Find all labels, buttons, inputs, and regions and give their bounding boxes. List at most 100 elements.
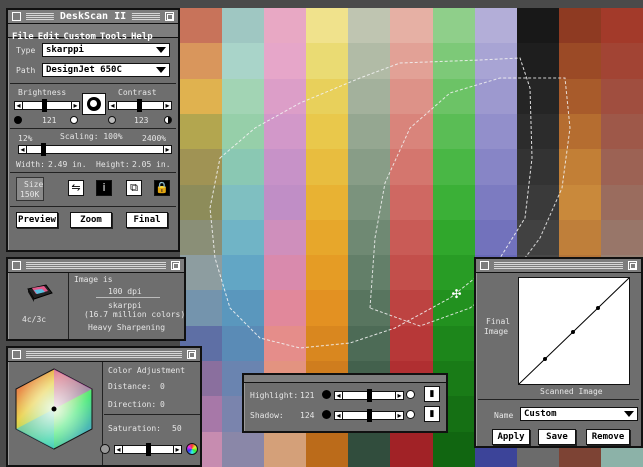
menu-help[interactable]: Help [131,32,153,42]
lock-icon[interactable]: 🔒 [154,180,170,196]
mirror-icon[interactable]: ⇋ [68,180,84,196]
scaling-slider[interactable]: ◂ ▸ [18,143,172,156]
color-swatch [390,325,434,362]
curve-control-point[interactable] [571,330,575,334]
close-box-icon[interactable] [12,261,21,270]
shadow-eyedropper-icon[interactable]: ▮ [424,406,440,422]
contrast-slider-thumb[interactable] [136,99,142,112]
apply-button[interactable]: Apply [492,429,530,445]
type-value: skarppi [46,45,84,55]
color-swatch [516,78,560,115]
color-swatch [516,219,560,256]
slider-right-arrow-icon[interactable]: ▸ [395,411,404,420]
color-swatch [516,113,560,150]
curve-control-point[interactable] [596,306,600,310]
contrast-value: 123 [134,116,149,125]
highlight-shadow-window: Highlight: 121 ◂ ▸ ▮ Shadow: 124 ◂ ▸ ▮ [242,373,448,433]
highlight-eyedropper-icon[interactable]: ▮ [424,386,440,402]
color-swatch [558,8,602,44]
contrast-slider[interactable]: ◂ ▸ [108,99,172,112]
color-swatch [306,325,349,362]
color-swatch [306,149,349,186]
highlight-slider-thumb[interactable] [366,389,372,402]
color-swatch [558,219,602,256]
save-button[interactable]: Save [538,429,576,445]
image-heading: Image is [74,275,113,284]
preview-button[interactable]: Preview [16,212,58,228]
dropdown-arrow-icon [156,67,166,73]
close-box-icon[interactable] [480,261,489,270]
color-swatch [558,78,602,115]
color-adjustment-titlebar[interactable] [8,348,200,362]
path-select[interactable]: DesignJet 650C [42,63,170,77]
color-center-marker[interactable] [51,406,57,412]
dropdown-arrow-icon [156,47,166,53]
color-swatch [264,255,307,291]
color-swatch [264,184,307,221]
slider-right-arrow-icon[interactable]: ▸ [395,391,404,400]
zoom-box-icon[interactable] [165,12,174,21]
direction-label: Direction: [108,400,157,409]
white-point-icon [406,410,415,419]
image-name: skarppi [108,301,142,310]
highlight-slider[interactable]: ◂ ▸ [334,389,404,402]
main-titlebar[interactable]: DeskScan II [8,10,178,24]
slider-right-arrow-icon[interactable]: ▸ [163,101,172,110]
remove-button[interactable]: Remove [586,429,630,445]
height-label: Height: [96,160,130,169]
slider-left-arrow-icon[interactable]: ◂ [334,411,343,420]
slider-right-arrow-icon[interactable]: ▸ [173,445,182,454]
tone-curve-graph[interactable] [518,277,630,385]
shadow-slider-thumb[interactable] [367,409,373,422]
image-info-window: 4c/3c Image is 100 dpi skarppi (16.7 mil… [6,257,186,341]
black-point-icon [322,410,331,419]
brightness-slider[interactable]: ◂ ▸ [14,99,80,112]
multi-image-icon[interactable]: ⧉ [126,180,142,196]
zoom-button[interactable]: Zoom [70,212,112,228]
color-swatch [432,219,476,256]
saturation-slider[interactable]: ◂ ▸ [114,443,182,456]
auto-exposure-button[interactable] [82,93,106,115]
levels-titlebar[interactable] [244,375,446,383]
color-swatch [306,431,349,467]
saturation-slider-thumb[interactable] [145,443,151,456]
color-swatch [432,255,476,291]
slider-left-arrow-icon[interactable]: ◂ [334,391,343,400]
final-button[interactable]: Final [126,212,168,228]
image-type-icon-label: 4c/3c [22,315,47,324]
image-info-titlebar[interactable] [8,259,184,273]
color-adjustment-title: Color Adjustment [108,366,186,375]
menu-tools[interactable]: Tools [100,32,127,42]
slider-left-arrow-icon[interactable]: ◂ [108,101,117,110]
zoom-box-icon[interactable] [171,261,180,270]
slider-right-arrow-icon[interactable]: ▸ [71,101,80,110]
zoom-box-icon[interactable] [187,350,196,359]
slider-left-arrow-icon[interactable]: ◂ [18,145,27,154]
color-swatch [264,78,307,115]
menu-edit[interactable]: Edit [38,32,60,42]
y-axis-label-line2: Image [484,327,509,336]
low-contrast-icon [108,116,116,124]
type-select[interactable]: skarppi [42,43,170,57]
shadow-slider[interactable]: ◂ ▸ [334,409,404,422]
curve-control-point[interactable] [543,357,547,361]
close-box-icon[interactable] [12,350,21,359]
curve-titlebar[interactable] [476,259,641,273]
zoom-box-icon[interactable] [628,261,637,270]
close-box-icon[interactable] [12,12,21,21]
color-swatch [432,325,476,362]
dark-circle-icon [14,116,22,124]
slider-left-arrow-icon[interactable]: ◂ [14,101,23,110]
menu-custom[interactable]: Custom [63,32,96,42]
color-swatch [306,8,349,44]
slider-right-arrow-icon[interactable]: ▸ [163,145,172,154]
contrast-label: Contrast [118,88,157,97]
info-icon[interactable]: i [96,180,112,196]
scaling-slider-thumb[interactable] [40,143,46,156]
color-hexagon-picker[interactable] [10,365,98,453]
slider-left-arrow-icon[interactable]: ◂ [114,445,123,454]
curve-name-select[interactable]: Custom [520,407,638,421]
color-swatch [180,290,223,327]
brightness-slider-thumb[interactable] [42,99,48,112]
menu-file[interactable]: File [12,32,34,42]
